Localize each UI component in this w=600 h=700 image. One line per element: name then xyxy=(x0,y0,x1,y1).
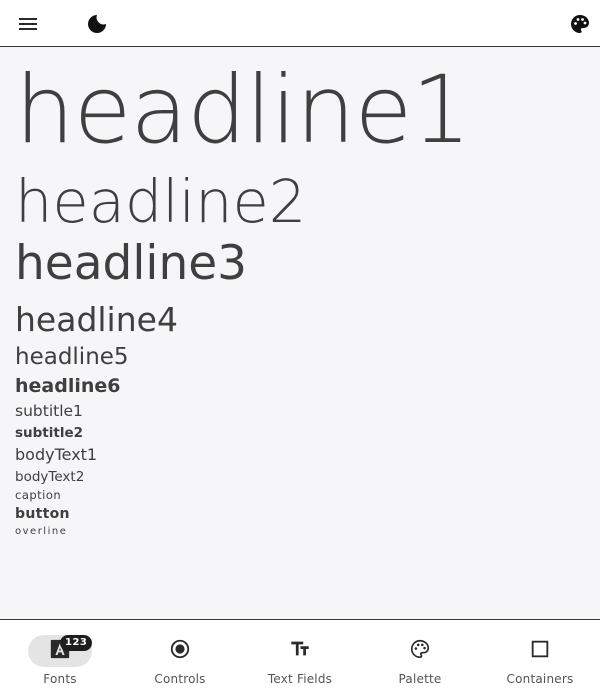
headline3-sample: headline3 xyxy=(15,236,248,291)
subtitle2-sample: subtitle2 xyxy=(15,425,84,441)
nav-item-palette[interactable]: Palette xyxy=(360,620,480,700)
nav-item-text-fields[interactable]: Text Fields xyxy=(240,620,360,700)
nav-item-fonts[interactable]: 123 Fonts xyxy=(0,620,120,700)
bottom-navigation-bar: 123 Fonts Controls Text Fields Palette C… xyxy=(0,619,600,700)
headline2-sample: headline2 xyxy=(15,167,307,236)
palette-icon[interactable] xyxy=(568,12,592,36)
text-fields-icon xyxy=(289,638,311,664)
menu-icon[interactable] xyxy=(16,12,40,36)
nav-label-controls: Controls xyxy=(154,672,206,686)
nav-item-controls[interactable]: Controls xyxy=(120,620,240,700)
nav-label-text-fields: Text Fields xyxy=(267,672,333,686)
nav-label-containers: Containers xyxy=(506,672,574,686)
headline5-sample: headline5 xyxy=(15,344,129,370)
square-outline-icon xyxy=(529,638,551,664)
bodytext1-sample: bodyText1 xyxy=(15,445,98,464)
nav-item-containers[interactable]: Containers xyxy=(480,620,600,700)
button-sample: button xyxy=(15,506,70,522)
dark-mode-moon-icon[interactable] xyxy=(85,12,109,36)
headline1-sample: headline1 xyxy=(15,56,471,165)
overline-sample: overline xyxy=(15,526,68,537)
palette-icon xyxy=(409,638,431,664)
headline4-sample: headline4 xyxy=(15,300,178,339)
top-app-bar xyxy=(0,0,600,47)
headline6-sample: headline6 xyxy=(15,375,121,397)
radio-button-icon xyxy=(169,638,191,664)
nav-label-palette: Palette xyxy=(398,672,442,686)
notification-badge: 123 xyxy=(60,635,93,651)
subtitle1-sample: subtitle1 xyxy=(15,402,83,420)
nav-label-fonts: Fonts xyxy=(43,672,77,686)
caption-sample: caption xyxy=(15,488,62,502)
bodytext2-sample: bodyText2 xyxy=(15,469,85,485)
